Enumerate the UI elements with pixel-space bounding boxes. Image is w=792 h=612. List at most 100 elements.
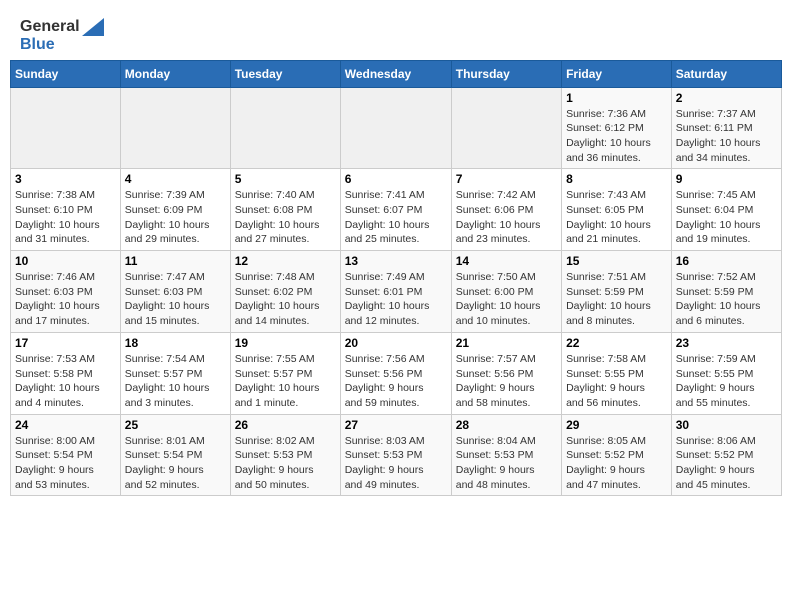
day-info: Sunrise: 7:45 AM Sunset: 6:04 PM Dayligh… <box>676 188 777 247</box>
day-number: 28 <box>456 418 557 432</box>
day-info: Sunrise: 8:04 AM Sunset: 5:53 PM Dayligh… <box>456 434 557 493</box>
calendar-cell: 17 Sunrise: 7:53 AM Sunset: 5:58 PM Dayli… <box>11 332 121 414</box>
calendar-cell: 15 Sunrise: 7:51 AM Sunset: 5:59 PM Dayli… <box>562 251 672 333</box>
calendar-week-0: 1 Sunrise: 7:36 AM Sunset: 6:12 PM Daylig… <box>11 87 782 169</box>
logo: General Blue <box>20 18 104 54</box>
day-number: 24 <box>15 418 116 432</box>
day-info: Sunrise: 7:53 AM Sunset: 5:58 PM Dayligh… <box>15 352 116 411</box>
weekday-header-saturday: Saturday <box>671 60 781 87</box>
day-info: Sunrise: 8:02 AM Sunset: 5:53 PM Dayligh… <box>235 434 336 493</box>
day-number: 8 <box>566 172 667 186</box>
calendar-cell: 23 Sunrise: 7:59 AM Sunset: 5:55 PM Dayli… <box>671 332 781 414</box>
day-number: 16 <box>676 254 777 268</box>
logo-wordmark: General Blue <box>20 18 104 54</box>
calendar-cell: 21 Sunrise: 7:57 AM Sunset: 5:56 PM Dayli… <box>451 332 561 414</box>
day-info: Sunrise: 7:49 AM Sunset: 6:01 PM Dayligh… <box>345 270 447 329</box>
day-info: Sunrise: 7:52 AM Sunset: 5:59 PM Dayligh… <box>676 270 777 329</box>
page-header: General Blue <box>10 10 782 60</box>
calendar-week-3: 17 Sunrise: 7:53 AM Sunset: 5:58 PM Dayli… <box>11 332 782 414</box>
day-number: 25 <box>125 418 226 432</box>
day-number: 9 <box>676 172 777 186</box>
calendar-cell: 8 Sunrise: 7:43 AM Sunset: 6:05 PM Daylig… <box>562 169 672 251</box>
calendar-week-2: 10Sunrise: 7:46 AM Sunset: 6:03 PM Dayli… <box>11 251 782 333</box>
day-number: 2 <box>676 91 777 105</box>
day-info: Sunrise: 8:03 AM Sunset: 5:53 PM Dayligh… <box>345 434 447 493</box>
day-info: Sunrise: 7:54 AM Sunset: 5:57 PM Dayligh… <box>125 352 226 411</box>
day-number: 17 <box>15 336 116 350</box>
calendar-week-4: 24 Sunrise: 8:00 AM Sunset: 5:54 PM Dayli… <box>11 414 782 496</box>
day-number: 30 <box>676 418 777 432</box>
calendar-cell: 2Sunrise: 7:37 AM Sunset: 6:11 PM Daylig… <box>671 87 781 169</box>
day-number: 7 <box>456 172 557 186</box>
calendar-cell: 13 Sunrise: 7:49 AM Sunset: 6:01 PM Dayli… <box>340 251 451 333</box>
day-number: 13 <box>345 254 447 268</box>
logo-general: General <box>20 18 80 36</box>
day-number: 20 <box>345 336 447 350</box>
day-info: Sunrise: 7:40 AM Sunset: 6:08 PM Dayligh… <box>235 188 336 247</box>
day-number: 18 <box>125 336 226 350</box>
calendar-cell <box>120 87 230 169</box>
calendar-cell <box>230 87 340 169</box>
day-info: Sunrise: 7:39 AM Sunset: 6:09 PM Dayligh… <box>125 188 226 247</box>
logo-triangle-icon <box>82 18 104 36</box>
day-info: Sunrise: 7:47 AM Sunset: 6:03 PM Dayligh… <box>125 270 226 329</box>
calendar-cell: 27Sunrise: 8:03 AM Sunset: 5:53 PM Dayli… <box>340 414 451 496</box>
calendar-cell: 1 Sunrise: 7:36 AM Sunset: 6:12 PM Daylig… <box>562 87 672 169</box>
calendar-table: SundayMondayTuesdayWednesdayThursdayFrid… <box>10 60 782 497</box>
day-number: 19 <box>235 336 336 350</box>
calendar-cell: 18 Sunrise: 7:54 AM Sunset: 5:57 PM Dayli… <box>120 332 230 414</box>
day-info: Sunrise: 8:06 AM Sunset: 5:52 PM Dayligh… <box>676 434 777 493</box>
calendar-cell: 20 Sunrise: 7:56 AM Sunset: 5:56 PM Dayli… <box>340 332 451 414</box>
calendar-cell: 3 Sunrise: 7:38 AM Sunset: 6:10 PM Daylig… <box>11 169 121 251</box>
calendar-cell: 5Sunrise: 7:40 AM Sunset: 6:08 PM Daylig… <box>230 169 340 251</box>
day-number: 1 <box>566 91 667 105</box>
calendar-cell: 22 Sunrise: 7:58 AM Sunset: 5:55 PM Dayli… <box>562 332 672 414</box>
logo-blue: Blue <box>20 36 104 54</box>
calendar-cell: 7 Sunrise: 7:42 AM Sunset: 6:06 PM Daylig… <box>451 169 561 251</box>
calendar-cell <box>451 87 561 169</box>
calendar-cell: 10Sunrise: 7:46 AM Sunset: 6:03 PM Dayli… <box>11 251 121 333</box>
day-number: 21 <box>456 336 557 350</box>
weekday-header-thursday: Thursday <box>451 60 561 87</box>
calendar-cell: 14Sunrise: 7:50 AM Sunset: 6:00 PM Dayli… <box>451 251 561 333</box>
day-number: 4 <box>125 172 226 186</box>
day-info: Sunrise: 7:38 AM Sunset: 6:10 PM Dayligh… <box>15 188 116 247</box>
day-info: Sunrise: 7:50 AM Sunset: 6:00 PM Dayligh… <box>456 270 557 329</box>
weekday-header-sunday: Sunday <box>11 60 121 87</box>
day-number: 6 <box>345 172 447 186</box>
weekday-header-tuesday: Tuesday <box>230 60 340 87</box>
day-number: 3 <box>15 172 116 186</box>
day-info: Sunrise: 8:00 AM Sunset: 5:54 PM Dayligh… <box>15 434 116 493</box>
calendar-week-1: 3 Sunrise: 7:38 AM Sunset: 6:10 PM Daylig… <box>11 169 782 251</box>
calendar-cell: 9 Sunrise: 7:45 AM Sunset: 6:04 PM Daylig… <box>671 169 781 251</box>
day-info: Sunrise: 7:36 AM Sunset: 6:12 PM Dayligh… <box>566 107 667 166</box>
weekday-header-wednesday: Wednesday <box>340 60 451 87</box>
day-number: 15 <box>566 254 667 268</box>
calendar-cell: 29Sunrise: 8:05 AM Sunset: 5:52 PM Dayli… <box>562 414 672 496</box>
calendar-cell: 30 Sunrise: 8:06 AM Sunset: 5:52 PM Dayli… <box>671 414 781 496</box>
calendar-cell <box>11 87 121 169</box>
day-info: Sunrise: 7:59 AM Sunset: 5:55 PM Dayligh… <box>676 352 777 411</box>
day-number: 23 <box>676 336 777 350</box>
day-info: Sunrise: 7:57 AM Sunset: 5:56 PM Dayligh… <box>456 352 557 411</box>
day-info: Sunrise: 7:56 AM Sunset: 5:56 PM Dayligh… <box>345 352 447 411</box>
day-info: Sunrise: 7:41 AM Sunset: 6:07 PM Dayligh… <box>345 188 447 247</box>
day-number: 10 <box>15 254 116 268</box>
day-number: 22 <box>566 336 667 350</box>
day-info: Sunrise: 7:58 AM Sunset: 5:55 PM Dayligh… <box>566 352 667 411</box>
weekday-header-monday: Monday <box>120 60 230 87</box>
calendar-cell <box>340 87 451 169</box>
day-number: 11 <box>125 254 226 268</box>
day-info: Sunrise: 7:51 AM Sunset: 5:59 PM Dayligh… <box>566 270 667 329</box>
calendar-cell: 16 Sunrise: 7:52 AM Sunset: 5:59 PM Dayli… <box>671 251 781 333</box>
weekday-header-friday: Friday <box>562 60 672 87</box>
day-number: 26 <box>235 418 336 432</box>
day-number: 12 <box>235 254 336 268</box>
calendar-cell: 6 Sunrise: 7:41 AM Sunset: 6:07 PM Daylig… <box>340 169 451 251</box>
calendar-cell: 24 Sunrise: 8:00 AM Sunset: 5:54 PM Dayli… <box>11 414 121 496</box>
calendar-cell: 4 Sunrise: 7:39 AM Sunset: 6:09 PM Daylig… <box>120 169 230 251</box>
day-info: Sunrise: 7:55 AM Sunset: 5:57 PM Dayligh… <box>235 352 336 411</box>
calendar-cell: 28 Sunrise: 8:04 AM Sunset: 5:53 PM Dayli… <box>451 414 561 496</box>
day-info: Sunrise: 7:43 AM Sunset: 6:05 PM Dayligh… <box>566 188 667 247</box>
day-info: Sunrise: 7:42 AM Sunset: 6:06 PM Dayligh… <box>456 188 557 247</box>
